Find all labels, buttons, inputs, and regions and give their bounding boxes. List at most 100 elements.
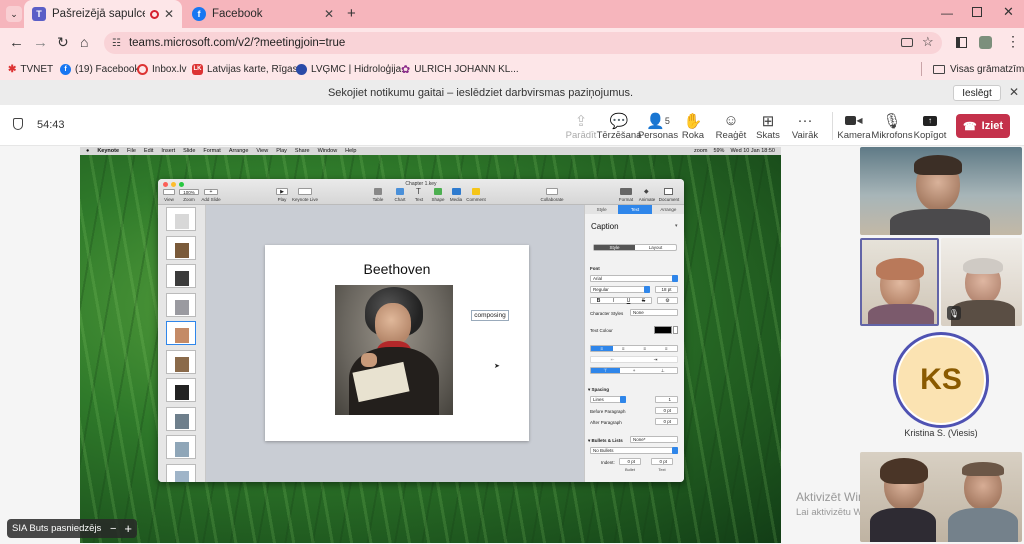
- mic-button[interactable]: 🎙 Mikrofons: [871, 107, 912, 145]
- close-banner-icon[interactable]: ✕: [1009, 85, 1019, 99]
- camera-in-use-icon[interactable]: [901, 38, 913, 47]
- paragraph-style-name[interactable]: Caption: [591, 222, 619, 231]
- react-button[interactable]: ☺ Reaģēt: [711, 107, 751, 145]
- mac-menu-item[interactable]: Arrange: [229, 147, 249, 155]
- slide-thumbnail[interactable]: [166, 207, 196, 231]
- mac-menu-item[interactable]: Slide: [183, 147, 195, 155]
- camera-button[interactable]: ◀ Kamera: [837, 107, 871, 145]
- bullets-section[interactable]: ▾ Bullets & Lists: [588, 438, 623, 444]
- reload-icon[interactable]: ↻: [57, 34, 69, 51]
- bookmark-facebook[interactable]: f (19) Facebook: [60, 58, 139, 80]
- enable-notifications-button[interactable]: Ieslēgt: [953, 85, 1001, 101]
- slide-thumbnail[interactable]: [166, 435, 196, 459]
- inspector-tab-arrange[interactable]: Arrange: [652, 205, 684, 214]
- align-center-button[interactable]: ≡: [613, 346, 635, 351]
- slide-thumbnail[interactable]: [166, 264, 196, 288]
- bullet-type-select[interactable]: No Bullets: [590, 447, 678, 454]
- share-button[interactable]: ↑ Kopīgot: [912, 107, 948, 145]
- subtab-style[interactable]: Style: [594, 245, 635, 250]
- inspector-tab-style[interactable]: Style: [585, 205, 618, 214]
- comment-icon[interactable]: [472, 188, 480, 195]
- current-slide[interactable]: Beethoven composing: [265, 245, 529, 441]
- before-paragraph-field[interactable]: 0 pt: [655, 407, 678, 414]
- subtab-layout[interactable]: Layout: [635, 245, 676, 250]
- side-panel-icon[interactable]: [956, 37, 967, 48]
- zoom-window-icon[interactable]: [179, 182, 184, 187]
- justify-button[interactable]: ≡: [656, 346, 678, 351]
- participant-video-1[interactable]: [860, 147, 1022, 235]
- after-paragraph-field[interactable]: 0 pt: [655, 418, 678, 425]
- align-right-button[interactable]: ≡: [634, 346, 656, 351]
- table-icon[interactable]: [374, 188, 382, 195]
- close-window-icon[interactable]: [163, 182, 168, 187]
- slide-textbox[interactable]: composing: [471, 310, 509, 321]
- animate-icon[interactable]: ◆: [644, 188, 649, 195]
- browser-menu-icon[interactable]: ⋮: [1006, 33, 1020, 50]
- chat-button[interactable]: 💬 Tērzēšana: [597, 107, 642, 145]
- media-icon[interactable]: [452, 188, 461, 195]
- view-menu-button[interactable]: [163, 189, 175, 195]
- zoom-out-icon[interactable]: −: [110, 523, 116, 535]
- mac-menu-item[interactable]: Play: [276, 147, 287, 155]
- slide-thumbnail[interactable]: [166, 292, 196, 317]
- minimize-icon[interactable]: —: [941, 6, 953, 20]
- increase-indent-button[interactable]: ⇥: [634, 357, 677, 362]
- tab-teams-meeting[interactable]: T Pašreizējā sapulce | Micros ✕: [24, 0, 182, 28]
- mac-menu-item[interactable]: Window: [318, 147, 338, 155]
- collaborate-button[interactable]: [546, 188, 558, 195]
- zoom-in-icon[interactable]: +: [124, 521, 132, 536]
- gear-icon[interactable]: ⚙: [657, 297, 678, 304]
- bookmark-inbox[interactable]: Inbox.lv: [137, 58, 186, 80]
- mac-menu-item[interactable]: View: [256, 147, 268, 155]
- chart-icon[interactable]: [396, 188, 404, 195]
- close-tab-icon[interactable]: ✕: [164, 7, 174, 21]
- text-icon[interactable]: T: [416, 187, 421, 196]
- spacing-section[interactable]: ▾ Spacing: [588, 387, 609, 393]
- character-styles-select[interactable]: None: [630, 309, 678, 316]
- site-info-icon[interactable]: ☷: [112, 38, 121, 49]
- bookmark-latvijas-karte[interactable]: LK Latvijas karte, Rīgas...: [192, 58, 306, 80]
- mac-menu-item[interactable]: Share: [295, 147, 310, 155]
- align-left-button[interactable]: ≡: [591, 346, 613, 351]
- participant-video-3[interactable]: 🎙: [941, 238, 1022, 326]
- mac-menu-item[interactable]: Insert: [161, 147, 175, 155]
- chevron-down-icon[interactable]: ▾: [675, 223, 678, 229]
- font-style-select[interactable]: Regular: [590, 286, 650, 293]
- mac-menu-item[interactable]: Keynote: [97, 147, 119, 155]
- font-name-select[interactable]: Arial: [590, 275, 678, 282]
- present-button[interactable]: ⇪ Parādīt: [561, 107, 601, 145]
- slide-thumbnail[interactable]: [166, 463, 196, 482]
- slide-thumbnail[interactable]: [166, 378, 196, 402]
- text-colour-well[interactable]: [654, 326, 672, 334]
- more-button[interactable]: ··· Vairāk: [787, 107, 823, 145]
- text-indent-field[interactable]: 0 pt: [651, 458, 673, 465]
- format-icon[interactable]: [620, 188, 632, 195]
- extension-icon[interactable]: [979, 36, 992, 49]
- close-tab-icon[interactable]: ✕: [324, 7, 334, 21]
- people-button[interactable]: 👤 5 Personas: [638, 107, 678, 145]
- raise-hand-button[interactable]: ✋ Roka: [675, 107, 711, 145]
- slide-thumbnail[interactable]: [166, 321, 196, 345]
- slide-title[interactable]: Beethoven: [265, 261, 529, 277]
- italic-button[interactable]: I: [606, 298, 621, 304]
- align-middle-button[interactable]: +: [620, 368, 649, 373]
- slide-thumbnail[interactable]: [166, 406, 196, 431]
- bookmark-star-icon[interactable]: ☆: [922, 34, 934, 50]
- mac-menu-item[interactable]: Edit: [144, 147, 153, 155]
- play-button[interactable]: ▶: [276, 188, 288, 195]
- shape-icon[interactable]: [434, 188, 442, 195]
- bold-button[interactable]: B: [591, 298, 606, 304]
- view-button[interactable]: ⊞ Skats: [750, 107, 786, 145]
- keynote-live-button[interactable]: [298, 188, 312, 195]
- bookmark-ulrich[interactable]: ✿ ULRICH JOHANN KL...: [401, 58, 519, 80]
- zoom-select[interactable]: 100%: [179, 189, 199, 195]
- bullets-style-select[interactable]: None*: [630, 436, 678, 443]
- beethoven-portrait[interactable]: [335, 285, 453, 415]
- back-icon[interactable]: ←: [9, 34, 24, 51]
- bullet-indent-field[interactable]: 0 pt: [619, 458, 641, 465]
- underline-button[interactable]: U: [621, 298, 636, 304]
- decrease-indent-button[interactable]: ⇤: [591, 357, 634, 362]
- tab-facebook[interactable]: f Facebook ✕: [184, 0, 342, 28]
- forward-icon[interactable]: →: [33, 34, 48, 51]
- restore-icon[interactable]: [972, 7, 982, 17]
